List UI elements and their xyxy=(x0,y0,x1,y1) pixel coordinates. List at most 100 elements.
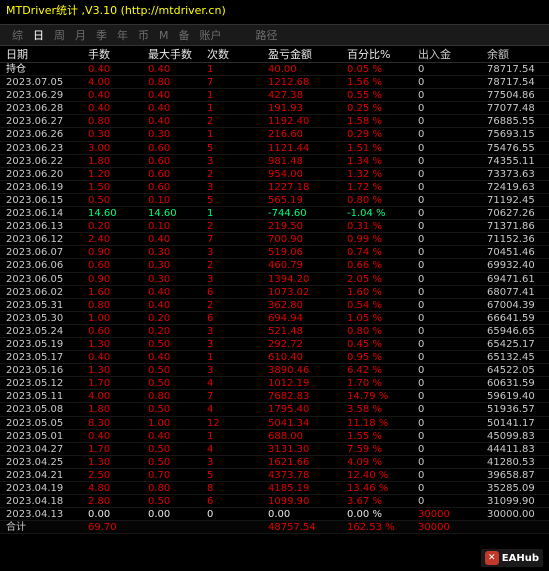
row-deposit: 0 xyxy=(418,483,425,494)
tab-0[interactable]: 综 xyxy=(12,27,23,43)
table-row: 2023.04.13 0.00 0.00 0 0.00 0.00 % 30000 30000.… xyxy=(0,508,549,522)
row-lots: 4.00 xyxy=(88,391,111,403)
row-pnl: 565.19 xyxy=(268,194,303,206)
row-lots: 0.90 xyxy=(88,247,111,259)
tab-10[interactable]: 路径 xyxy=(256,27,278,43)
header-balance: 余额 xyxy=(487,48,509,61)
total-row: 合计 69.70 48757.54 162.53 % 30000 xyxy=(0,521,549,535)
row-lots: 2.80 xyxy=(88,496,111,508)
row-deposit: 30000 xyxy=(418,509,450,521)
row-date: 2023.06.26 xyxy=(6,129,64,141)
row-deposit: 0 xyxy=(418,443,425,455)
row-percent: 1.51 % xyxy=(347,142,382,154)
header-lots: 手数 xyxy=(88,48,110,61)
row-percent: 0.80 % xyxy=(347,194,382,206)
table-row: 2023.06.07 0.90 0.30 3 519.06 0.74 % 0 70451.46 xyxy=(0,246,549,260)
row-date: 2023.04.27 xyxy=(6,443,64,455)
row-max-lots: 0.50 xyxy=(148,404,171,416)
row-balance: 30000.00 xyxy=(487,509,535,521)
table-row: 2023.05.19 1.30 0.50 3 292.72 0.45 % 0 65425.17 xyxy=(0,338,549,352)
row-date: 2023.06.22 xyxy=(6,155,64,167)
row-pnl: 521.48 xyxy=(268,325,303,337)
tab-9[interactable]: 账户 xyxy=(200,27,222,43)
table-row: 2023.06.06 0.60 0.30 2 460.79 0.66 % 0 69932.40 xyxy=(0,259,549,273)
row-deposit: 0 xyxy=(418,338,425,350)
row-count: 3 xyxy=(207,325,214,337)
row-lots: 1.30 xyxy=(88,338,111,350)
tab-8[interactable]: 备 xyxy=(179,27,190,43)
tab-4[interactable]: 季 xyxy=(96,27,107,43)
row-deposit: 0 xyxy=(418,208,425,220)
row-pnl: 3890.46 xyxy=(268,365,310,377)
row-deposit: 0 xyxy=(418,456,425,468)
header-deposit: 出入金 xyxy=(418,48,451,61)
row-balance: 50141.17 xyxy=(487,417,535,429)
row-count: 1 xyxy=(207,430,214,442)
row-date: 持仓 xyxy=(6,64,26,75)
row-percent: 0.25 % xyxy=(347,103,382,115)
table-row: 2023.04.21 2.50 0.70 5 4373.78 12.40 % 0 39658.… xyxy=(0,469,549,482)
row-lots: 1.80 xyxy=(88,155,111,167)
row-balance: 71371.86 xyxy=(487,221,535,233)
row-percent: 1.34 % xyxy=(347,155,382,167)
tab-7[interactable]: M xyxy=(159,29,169,42)
row-balance: 75476.55 xyxy=(487,142,535,154)
row-lots: 0.60 xyxy=(88,325,111,337)
row-balance: 78717.54 xyxy=(487,77,535,89)
tab-3[interactable]: 月 xyxy=(75,27,86,43)
row-date: 2023.06.06 xyxy=(6,260,64,272)
row-lots: 0.40 xyxy=(88,90,111,102)
row-deposit: 0 xyxy=(418,77,425,89)
row-pnl: 1099.90 xyxy=(268,496,310,508)
row-date: 2023.06.02 xyxy=(6,286,64,298)
row-balance: 67004.39 xyxy=(487,299,535,311)
table-row: 2023.04.19 4.80 0.80 8 4185.19 13.46 % 0 35285.… xyxy=(0,482,549,496)
row-pnl: 1073.02 xyxy=(268,286,310,298)
header-pnl: 盈亏金额 xyxy=(268,48,312,61)
row-pnl: 4185.19 xyxy=(268,483,310,494)
row-pnl: 3131.30 xyxy=(268,443,310,455)
row-balance: 74355.11 xyxy=(487,155,535,167)
row-balance: 66641.59 xyxy=(487,312,535,324)
watermark-badge: ✕ EAHub xyxy=(480,549,543,567)
row-percent: 2.05 % xyxy=(347,273,382,285)
eahub-logo-icon: ✕ xyxy=(484,551,499,565)
row-lots: 1.70 xyxy=(88,443,111,455)
row-deposit: 0 xyxy=(418,129,425,141)
row-balance: 59619.40 xyxy=(487,391,535,403)
row-lots: 1.20 xyxy=(88,168,111,180)
row-balance: 72419.63 xyxy=(487,181,535,193)
row-balance: 70627.26 xyxy=(487,208,535,220)
total-percent: 162.53 % xyxy=(347,522,395,534)
row-percent: 1.58 % xyxy=(347,116,382,128)
total-lots: 69.70 xyxy=(88,522,117,534)
row-pnl: 292.72 xyxy=(268,338,303,350)
row-percent: 13.46 % xyxy=(347,483,389,494)
tab-1[interactable]: 日 xyxy=(33,27,44,43)
row-lots: 0.50 xyxy=(88,194,111,206)
row-date: 2023.04.19 xyxy=(6,483,64,494)
row-balance: 71152.36 xyxy=(487,234,535,246)
window-title: MTDriver统计 ,V3.10 (http://mtdriver.cn) xyxy=(0,0,549,22)
table-row: 2023.06.13 0.20 0.10 2 219.50 0.31 % 0 71371.86 xyxy=(0,220,549,234)
row-pnl: -744.60 xyxy=(268,208,307,220)
row-deposit: 0 xyxy=(418,155,425,167)
tab-bar: 综日周月季年币 M 备账户 路径 xyxy=(0,24,549,46)
row-lots: 0.40 xyxy=(88,64,111,75)
tab-2[interactable]: 周 xyxy=(54,27,65,43)
row-lots: 0.90 xyxy=(88,273,111,285)
row-count: 3 xyxy=(207,181,214,193)
row-date: 2023.06.23 xyxy=(6,142,64,154)
tab-5[interactable]: 年 xyxy=(117,27,128,43)
tab-6[interactable]: 币 xyxy=(138,27,149,43)
row-date: 2023.04.21 xyxy=(6,469,64,481)
row-pnl: 1212.68 xyxy=(268,77,310,89)
row-percent: 1.70 % xyxy=(347,378,382,390)
row-deposit: 0 xyxy=(418,352,425,364)
table-row: 2023.06.26 0.30 0.30 1 216.60 0.29 % 0 75693.15 xyxy=(0,128,549,142)
row-max-lots: 0.80 xyxy=(148,483,171,494)
row-count: 5 xyxy=(207,142,214,154)
row-pnl: 0.00 xyxy=(268,509,291,521)
table-row: 2023.04.27 1.70 0.50 4 3131.30 7.59 % 0 44411.8… xyxy=(0,443,549,456)
row-date: 2023.05.01 xyxy=(6,430,64,442)
